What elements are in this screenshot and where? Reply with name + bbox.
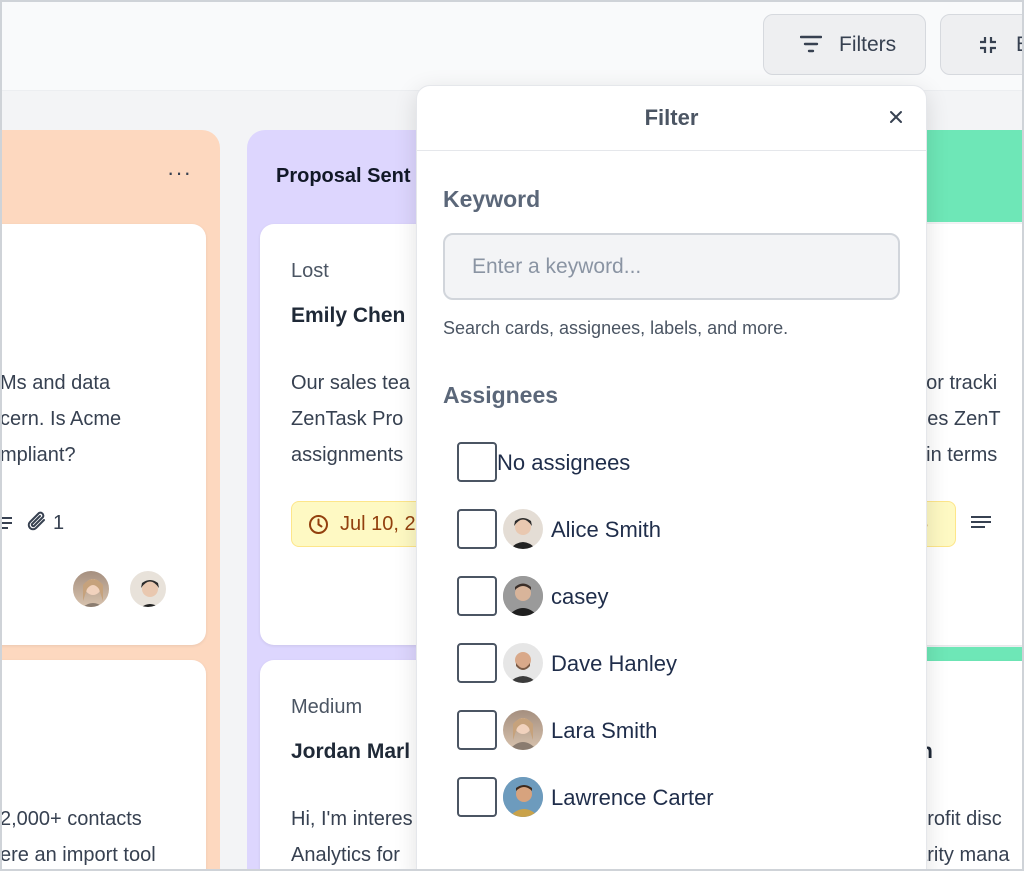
card-description-line: 2,000+ contacts	[0, 808, 142, 830]
avatar	[503, 509, 543, 549]
filter-lines-icon	[799, 35, 823, 59]
avatar	[503, 710, 543, 750]
text-lines-icon	[0, 515, 12, 536]
assignee-checkbox[interactable]	[457, 576, 497, 616]
assignees-label: Assignees	[443, 382, 559, 408]
column-menu-button[interactable]: ···	[167, 160, 192, 186]
close-icon[interactable]	[886, 107, 906, 127]
avatar	[71, 569, 111, 609]
card-description-line: Analytics for	[291, 844, 400, 866]
card-description-line: mpliant?	[0, 444, 76, 466]
assignee-option-label[interactable]: Lara Smith	[551, 718, 657, 744]
assignee-option-label[interactable]: Dave Hanley	[551, 651, 677, 677]
assignee-checkbox[interactable]	[457, 777, 497, 817]
assignee-checkbox[interactable]	[457, 710, 497, 750]
collapse-icon	[979, 36, 997, 60]
assignee-checkbox[interactable]	[457, 643, 497, 683]
card-description-line: Our sales tea	[291, 372, 410, 394]
filters-button-label: Filters	[839, 33, 897, 56]
clock-icon	[308, 514, 329, 540]
assignee-option-label[interactable]: No assignees	[497, 450, 630, 476]
collapse-button[interactable]: E	[940, 14, 1024, 75]
assignee-checkbox[interactable]	[457, 442, 497, 482]
keyword-label: Keyword	[443, 186, 541, 212]
filter-popover-title: Filter	[644, 105, 699, 130]
column-title: Proposal Sent	[276, 165, 411, 187]
avatar	[503, 643, 543, 683]
avatar	[503, 576, 543, 616]
assignee-option-label[interactable]: Alice Smith	[551, 517, 661, 543]
card-description-line: Ms and data	[0, 372, 111, 394]
filter-popover-header: Filter	[416, 85, 927, 151]
deal-card[interactable]	[0, 660, 206, 871]
assignee-option-label[interactable]: casey	[551, 584, 608, 610]
collapse-button-label: E	[1016, 33, 1024, 56]
paperclip-icon	[26, 511, 50, 540]
assignee-option-label[interactable]: Lawrence Carter	[551, 785, 714, 811]
card-contact-name: Jordan Marl	[291, 740, 411, 763]
card-description-line: ZenTask Pro	[291, 408, 404, 430]
assignee-checkbox[interactable]	[457, 509, 497, 549]
due-date-text: Jul 10, 2	[340, 513, 416, 535]
card-priority: Medium	[291, 696, 363, 718]
card-description-line: ere an import tool	[0, 844, 156, 866]
card-status: Lost	[291, 260, 329, 282]
avatar	[503, 777, 543, 817]
avatar	[128, 569, 168, 609]
card-contact-name: Emily Chen	[291, 304, 406, 327]
attachment-count: 1	[53, 512, 65, 534]
keyword-help-text: Search cards, assignees, labels, and mor…	[443, 318, 789, 338]
text-lines-icon	[971, 515, 991, 536]
card-description-line: cern. Is Acme	[0, 408, 122, 430]
filters-button[interactable]: Filters	[763, 14, 926, 75]
keyword-input[interactable]	[443, 233, 900, 300]
card-description-line: assignments	[291, 444, 404, 466]
card-description-line: Hi, I'm interes	[291, 808, 413, 830]
